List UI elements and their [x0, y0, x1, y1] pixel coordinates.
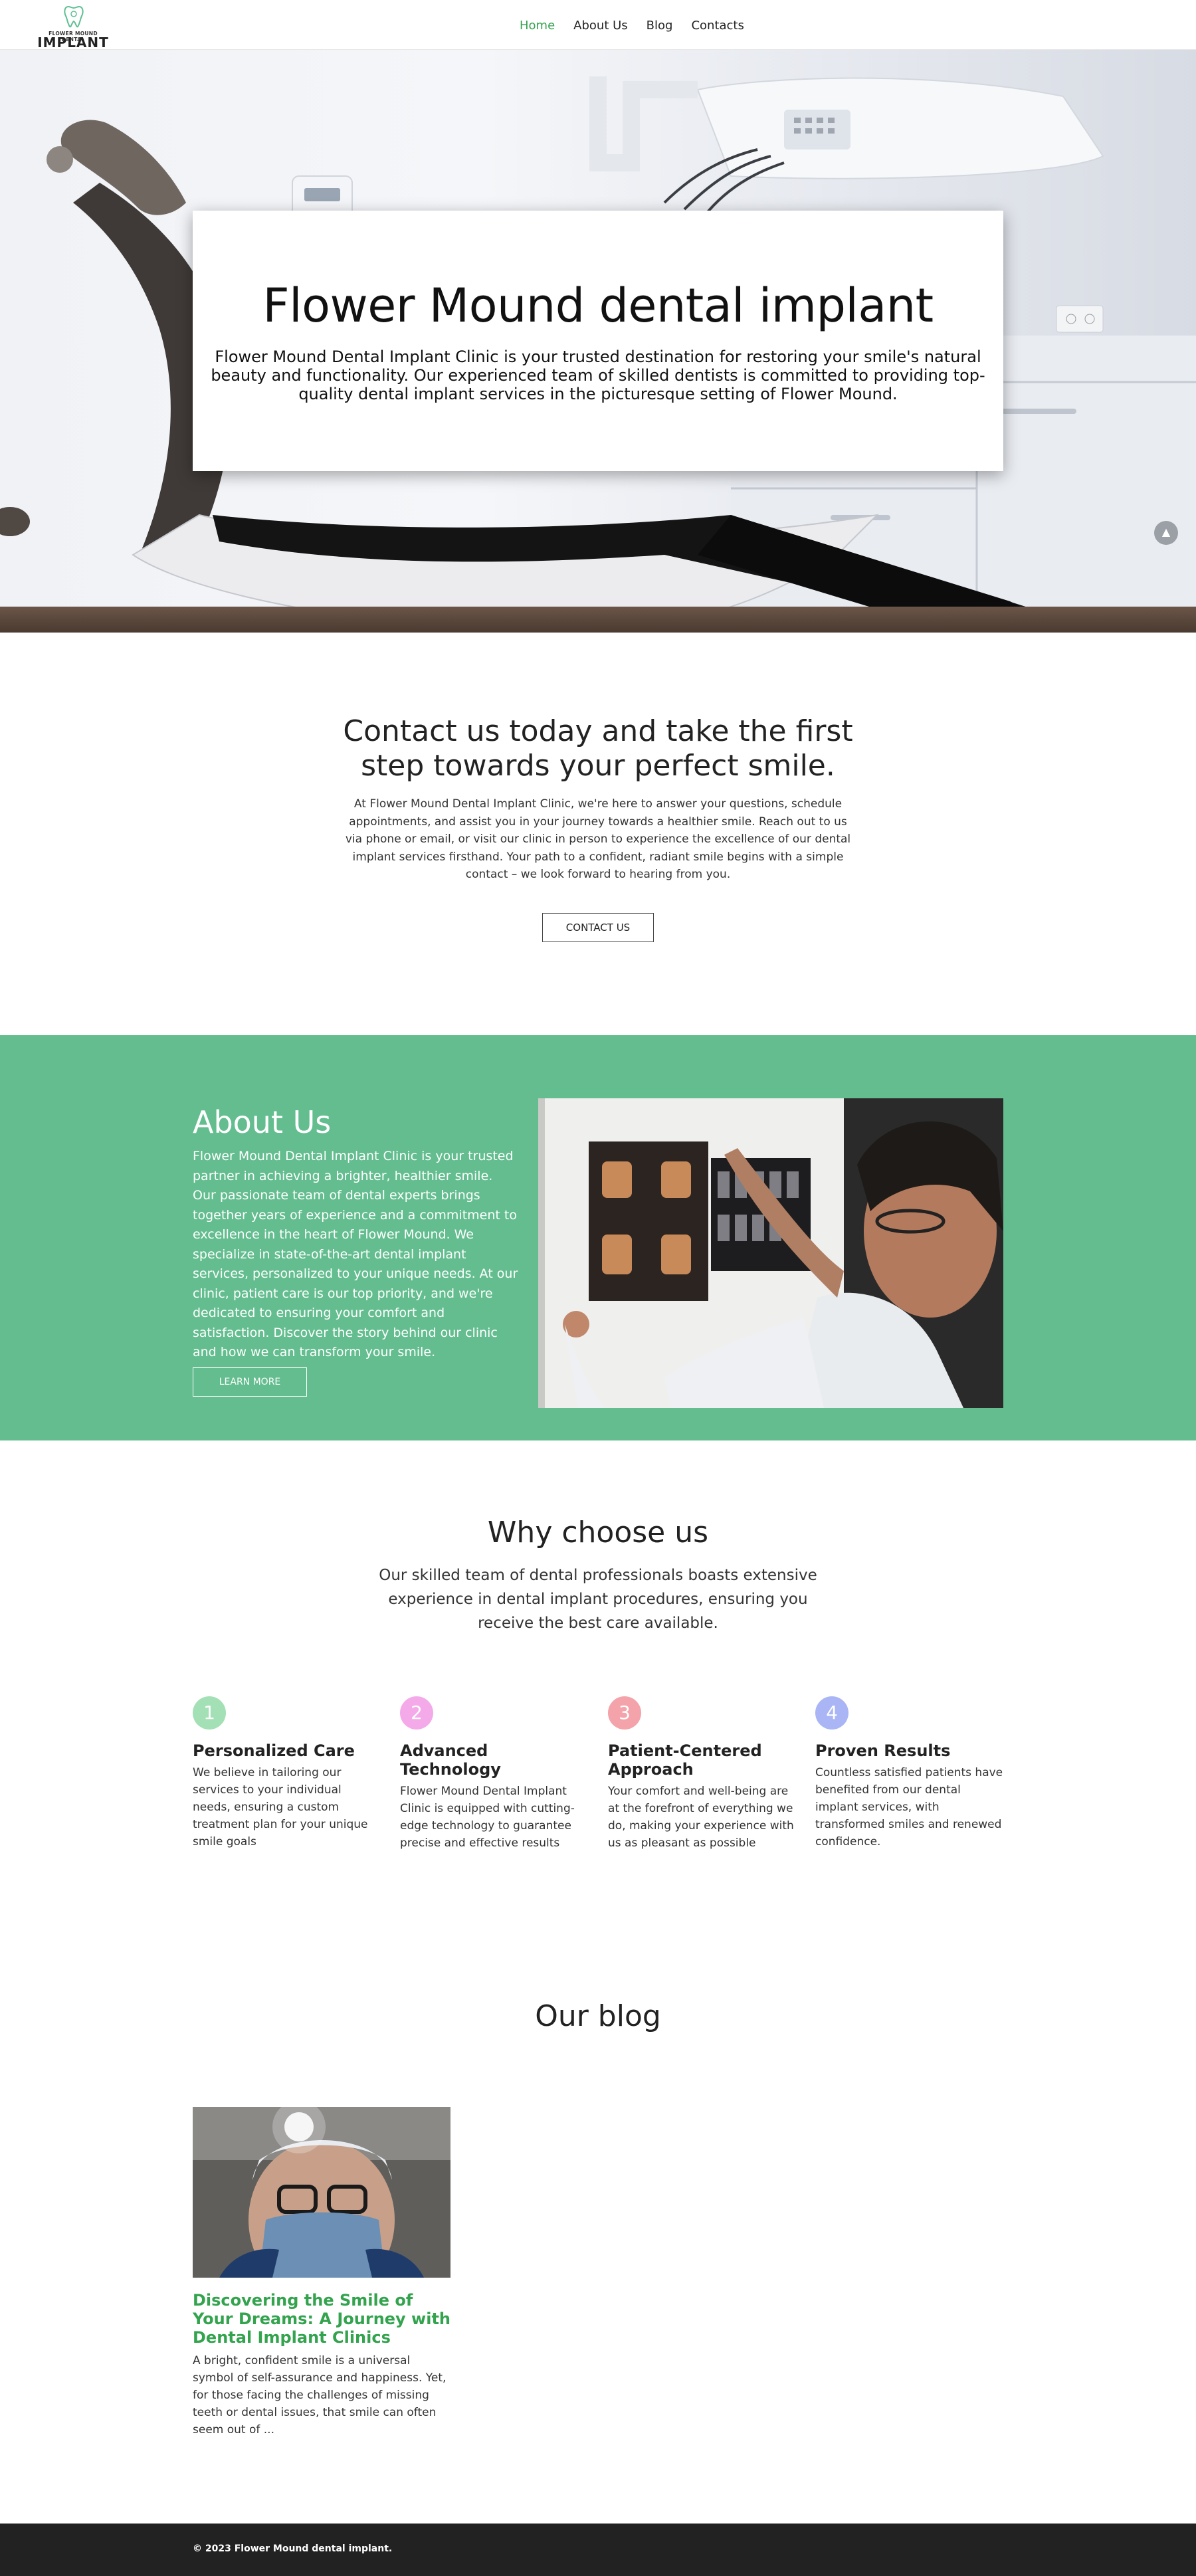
dentist-xray-image	[538, 1098, 1003, 1408]
feature-text: Your comfort and well-being are at the f…	[608, 1785, 794, 1850]
blog-post-title[interactable]: Discovering the Smile of Your Dreams: A …	[193, 2291, 450, 2347]
nav-link-contacts[interactable]: Contacts	[691, 19, 744, 33]
why-subtitle: Our skilled team of dental professionals…	[379, 1567, 817, 1632]
feature-title: Personalized Care	[193, 1741, 355, 1760]
nav-link-blog[interactable]: Blog	[647, 19, 673, 33]
tooth-logo-icon	[64, 5, 84, 28]
blog-post-image[interactable]	[193, 2107, 450, 2278]
feature-title: Patient-Centered Approach	[608, 1741, 762, 1779]
blog-title: Our blog	[535, 1999, 661, 2033]
contact-title: Contact us today and take the first step…	[343, 714, 853, 783]
feature-number-badge: 1	[193, 1696, 226, 1730]
contact-section: Contact us today and take the first step…	[0, 633, 1196, 1035]
nav-link-about-us[interactable]: About Us	[573, 19, 628, 33]
feature-title: Proven Results	[815, 1741, 951, 1760]
hero-description: Flower Mound Dental Implant Clinic is yo…	[211, 347, 985, 403]
blog-post-excerpt: A bright, confident smile is a universal…	[193, 2354, 447, 2436]
feature-number-badge: 2	[400, 1696, 433, 1730]
logo-title: IMPLANT	[37, 35, 109, 50]
feature-card: 4 Proven Results Countless satisfied pat…	[815, 1696, 1005, 1850]
main-menu: Home About Us Blog Contacts	[520, 19, 763, 33]
why-title: Why choose us	[487, 1516, 709, 1549]
site-logo[interactable]: FLOWER MOUND DENTAL IMPLANT	[37, 3, 110, 50]
scroll-to-top-button[interactable]: ▲	[1154, 521, 1178, 545]
why-choose-us-section: Why choose us Our skilled team of dental…	[0, 1440, 1196, 1965]
feature-number-badge: 3	[608, 1696, 641, 1730]
contact-us-button[interactable]: CONTACT US	[542, 913, 654, 942]
chevron-up-icon: ▲	[1161, 526, 1171, 538]
blog-post-card[interactable]: Discovering the Smile of Your Dreams: A …	[193, 2107, 450, 2438]
learn-more-button[interactable]: LEARN MORE	[193, 1367, 307, 1397]
feature-text: We believe in tailoring our services to …	[193, 1766, 368, 1848]
about-section: About Us Flower Mound Dental Implant Cli…	[0, 1035, 1196, 1440]
about-title: About Us	[193, 1104, 332, 1140]
feature-title: Advanced Technology	[400, 1741, 501, 1779]
hero-title: Flower Mound dental implant	[262, 278, 934, 333]
hero-section: Flower Mound dental implant Flower Mound…	[0, 50, 1196, 633]
feature-number-badge: 4	[815, 1696, 848, 1730]
copyright-text: © 2023 Flower Mound dental implant.	[193, 2543, 393, 2554]
about-description: Flower Mound Dental Implant Clinic is yo…	[193, 1149, 518, 1359]
floor-strip	[0, 607, 1196, 633]
feature-card: 3 Patient-Centered Approach Your comfort…	[608, 1696, 797, 1852]
contact-description: At Flower Mound Dental Implant Clinic, w…	[345, 797, 851, 881]
feature-text: Countless satisfied patients have benefi…	[815, 1766, 1003, 1848]
feature-card: 2 Advanced Technology Flower Mound Denta…	[400, 1696, 589, 1852]
top-nav: FLOWER MOUND DENTAL IMPLANT Home About U…	[0, 0, 1196, 50]
blog-section: Our blog Discovering the Smile of Your D…	[0, 1965, 1196, 2524]
feature-text: Flower Mound Dental Implant Clinic is eq…	[400, 1785, 575, 1850]
site-footer: © 2023 Flower Mound dental implant.	[0, 2524, 1196, 2576]
hero-card: Flower Mound dental implant Flower Mound…	[193, 211, 1003, 471]
nav-link-home[interactable]: Home	[520, 19, 555, 33]
feature-card: 1 Personalized Care We believe in tailor…	[193, 1696, 382, 1850]
